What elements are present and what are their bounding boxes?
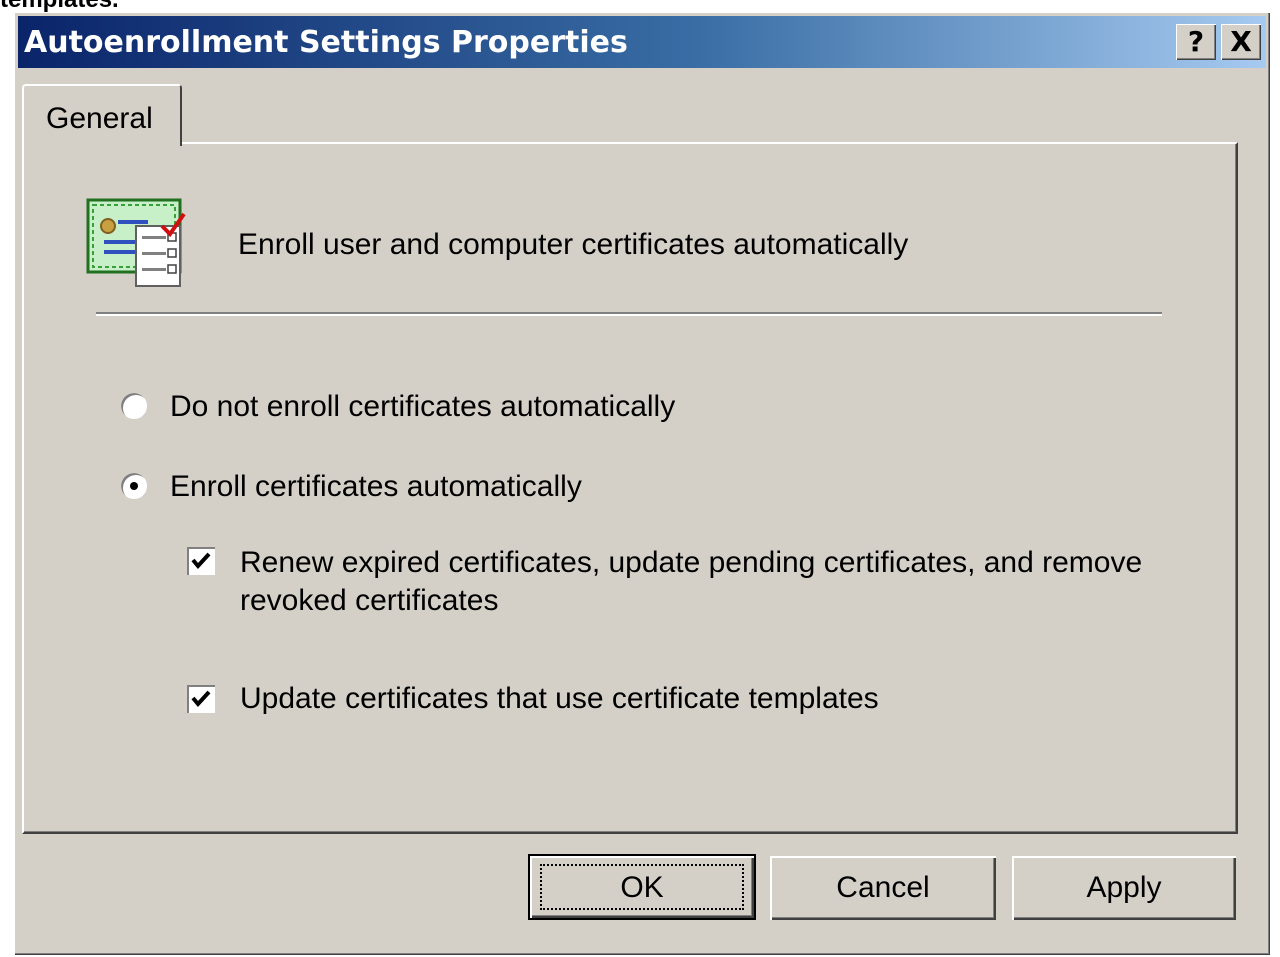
checkbox-update-templates-label[interactable]: Update certificates that use certificate…	[240, 682, 879, 716]
radio-enroll-automatically-label[interactable]: Enroll certificates automatically	[170, 470, 582, 504]
checkbox-update-templates[interactable]	[186, 684, 216, 714]
radio-selected-dot	[130, 482, 138, 490]
help-button[interactable]: ?	[1176, 24, 1216, 60]
tab-general-label: General	[46, 102, 153, 135]
cancel-button[interactable]: Cancel	[770, 856, 996, 920]
ok-button[interactable]: OK	[528, 854, 756, 920]
apply-button[interactable]: Apply	[1012, 856, 1236, 920]
certificate-icon	[86, 198, 186, 287]
focus-rectangle	[540, 864, 744, 910]
checkbox-renew-certificates-label[interactable]: Renew expired certificates, update pendi…	[240, 544, 1210, 620]
checkmark-icon	[191, 690, 211, 708]
radio-enroll-automatically[interactable]	[120, 472, 148, 500]
section-divider	[96, 312, 1162, 316]
checkmark-icon	[191, 552, 211, 570]
radio-do-not-enroll[interactable]	[120, 392, 148, 420]
radio-do-not-enroll-label[interactable]: Do not enroll certificates automatically	[170, 390, 675, 424]
header-description: Enroll user and computer certificates au…	[238, 228, 909, 261]
title-bar[interactable]: Autoenrollment Settings Properties ? X	[18, 16, 1266, 68]
window-title: Autoenrollment Settings Properties	[24, 25, 628, 60]
tab-general[interactable]: General	[22, 84, 182, 146]
close-button[interactable]: X	[1221, 24, 1261, 60]
checkbox-renew-certificates[interactable]	[186, 546, 216, 576]
